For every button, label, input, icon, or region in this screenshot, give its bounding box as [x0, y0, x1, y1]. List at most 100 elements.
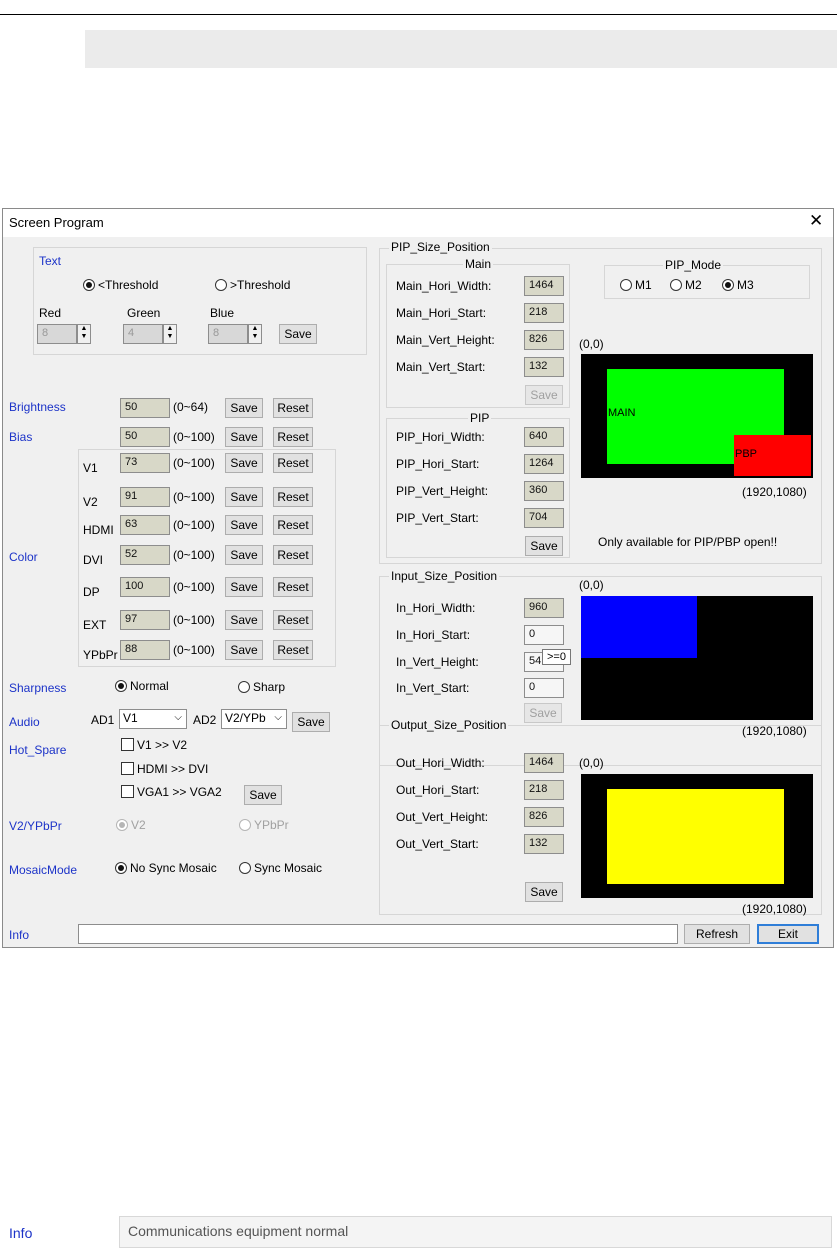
blue-spinner[interactable]: ▲ ▼ [248, 324, 262, 344]
size-row-input[interactable]: 1464 [524, 753, 564, 773]
audio-save-button[interactable]: Save [292, 712, 330, 732]
green-spinner[interactable]: ▲ ▼ [163, 324, 177, 344]
brightness-save-button[interactable]: Save [225, 398, 263, 418]
size-row-label: Out_Vert_Height: [396, 810, 489, 824]
input-preview-canvas [581, 596, 813, 720]
size-row-input[interactable]: 826 [524, 807, 564, 827]
size-row-input[interactable]: 0 [524, 625, 564, 645]
radio-mode-m2[interactable]: M2 [670, 278, 702, 292]
color-row-input[interactable]: 52 [120, 545, 170, 565]
color-row-input[interactable]: 88 [120, 640, 170, 660]
red-label: Red [39, 306, 62, 320]
size-row-label: Main_Vert_Height: [396, 333, 495, 347]
brightness-reset-button[interactable]: Reset [273, 398, 313, 418]
color-row-input[interactable]: 91 [120, 487, 170, 507]
size-row-input[interactable]: 1464 [524, 276, 564, 296]
hot-spare-hdmi-dvi-checkbox[interactable]: HDMI >> DVI [121, 762, 208, 776]
red-spinner[interactable]: ▲ ▼ [77, 324, 91, 344]
size-row-label: In_Vert_Start: [396, 681, 470, 695]
radio-dot [239, 862, 251, 874]
color-row-save-button[interactable]: Save [225, 487, 263, 507]
color-row-reset-button[interactable]: Reset [273, 545, 313, 565]
size-row-input[interactable]: 218 [524, 303, 564, 323]
main-save-button[interactable]: Save [525, 385, 563, 405]
size-row-input[interactable]: 132 [524, 834, 564, 854]
ad2-label: AD2 [193, 713, 217, 727]
radio-v2[interactable]: V2 [116, 818, 146, 832]
color-row-reset-button[interactable]: Reset [273, 515, 313, 535]
red-input[interactable]: 8 [37, 324, 77, 344]
chevron-down-icon: ⌵ [174, 712, 182, 723]
blue-input[interactable]: 8 [208, 324, 248, 344]
brightness-input[interactable]: 50 [120, 398, 170, 418]
color-row-range: (0~100) [173, 518, 215, 532]
pip-sub-title: PIP [468, 411, 492, 425]
size-row-label: PIP_Vert_Height: [396, 484, 489, 498]
bias-input[interactable]: 50 [120, 427, 170, 447]
radio-mode-m3[interactable]: M3 [722, 278, 754, 292]
radio-no-sync-mosaic[interactable]: No Sync Mosaic [115, 861, 217, 875]
size-row-input[interactable]: 826 [524, 330, 564, 350]
output-save-button[interactable]: Save [525, 882, 563, 902]
color-row-reset-button[interactable]: Reset [273, 610, 313, 630]
color-row-save-button[interactable]: Save [225, 515, 263, 535]
size-row-input[interactable]: 360 [524, 481, 564, 501]
color-row-input[interactable]: 97 [120, 610, 170, 630]
hot-spare-save-button[interactable]: Save [244, 785, 282, 805]
radio-mode-m1[interactable]: M1 [620, 278, 652, 292]
color-row-reset-button[interactable]: Reset [273, 577, 313, 597]
ad2-select[interactable]: V2/YPb ⌵ [221, 709, 287, 729]
bias-reset-button[interactable]: Reset [273, 427, 313, 447]
color-row-reset-button[interactable]: Reset [273, 640, 313, 660]
color-row-save-button[interactable]: Save [225, 453, 263, 473]
info-field[interactable] [78, 924, 678, 944]
hot-spare-v1-v2-checkbox[interactable]: V1 >> V2 [121, 738, 187, 752]
hot-spare-label: Hot_Spare [9, 743, 67, 757]
bottom-info-field[interactable]: Communications equipment normal [119, 1216, 832, 1248]
pip-save-button[interactable]: Save [525, 536, 563, 556]
color-row-save-button[interactable]: Save [225, 610, 263, 630]
color-row-save-button[interactable]: Save [225, 640, 263, 660]
exit-button[interactable]: Exit [757, 924, 819, 944]
color-row-input[interactable]: 63 [120, 515, 170, 535]
radio-ypbpr[interactable]: YPbPr [239, 818, 289, 832]
size-row-input[interactable]: 704 [524, 508, 564, 528]
hot-spare-vga1-vga2-checkbox[interactable]: VGA1 >> VGA2 [121, 785, 222, 799]
size-row-input[interactable]: 640 [524, 427, 564, 447]
color-row-range: (0~100) [173, 548, 215, 562]
radio-above-threshold[interactable]: >Threshold [215, 278, 290, 292]
blue-label: Blue [210, 306, 235, 320]
color-row-reset-button[interactable]: Reset [273, 453, 313, 473]
color-row-label: DVI [83, 553, 104, 567]
text-save-button[interactable]: Save [279, 324, 317, 344]
size-row-input[interactable]: 0 [524, 678, 564, 698]
color-row-save-button[interactable]: Save [225, 577, 263, 597]
color-row-save-button[interactable]: Save [225, 545, 263, 565]
input-size-position-title: Input_Size_Position [389, 569, 500, 583]
radio-sync-mosaic[interactable]: Sync Mosaic [239, 861, 322, 875]
checkbox-box [121, 738, 134, 751]
refresh-button[interactable]: Refresh [684, 924, 750, 944]
ad1-select[interactable]: V1 ⌵ [119, 709, 187, 729]
input-save-button[interactable]: Save [524, 703, 562, 723]
green-input[interactable]: 4 [123, 324, 163, 344]
color-row-range: (0~100) [173, 456, 215, 470]
size-row-input[interactable]: 960 [524, 598, 564, 618]
radio-sharpness-sharp[interactable]: Sharp [238, 680, 285, 694]
size-row-input[interactable]: 218 [524, 780, 564, 800]
screen-program-window: Screen Program ✕ Text <Threshold >Thresh… [2, 208, 834, 948]
radio-sharpness-normal[interactable]: Normal [115, 679, 169, 693]
color-row-range: (0~100) [173, 490, 215, 504]
color-row-reset-button[interactable]: Reset [273, 487, 313, 507]
size-row-label: Main_Hori_Width: [396, 279, 492, 293]
color-row-label: EXT [83, 618, 107, 632]
size-row-label: Out_Vert_Start: [396, 837, 479, 851]
radio-below-threshold[interactable]: <Threshold [83, 278, 158, 292]
size-row-input[interactable]: 1264 [524, 454, 564, 474]
color-row-input[interactable]: 100 [120, 577, 170, 597]
size-row-input[interactable]: 132 [524, 357, 564, 377]
bias-save-button[interactable]: Save [225, 427, 263, 447]
color-row-input[interactable]: 73 [120, 453, 170, 473]
close-icon[interactable]: ✕ [809, 211, 823, 231]
input-origin-label: (0,0) [579, 578, 604, 592]
